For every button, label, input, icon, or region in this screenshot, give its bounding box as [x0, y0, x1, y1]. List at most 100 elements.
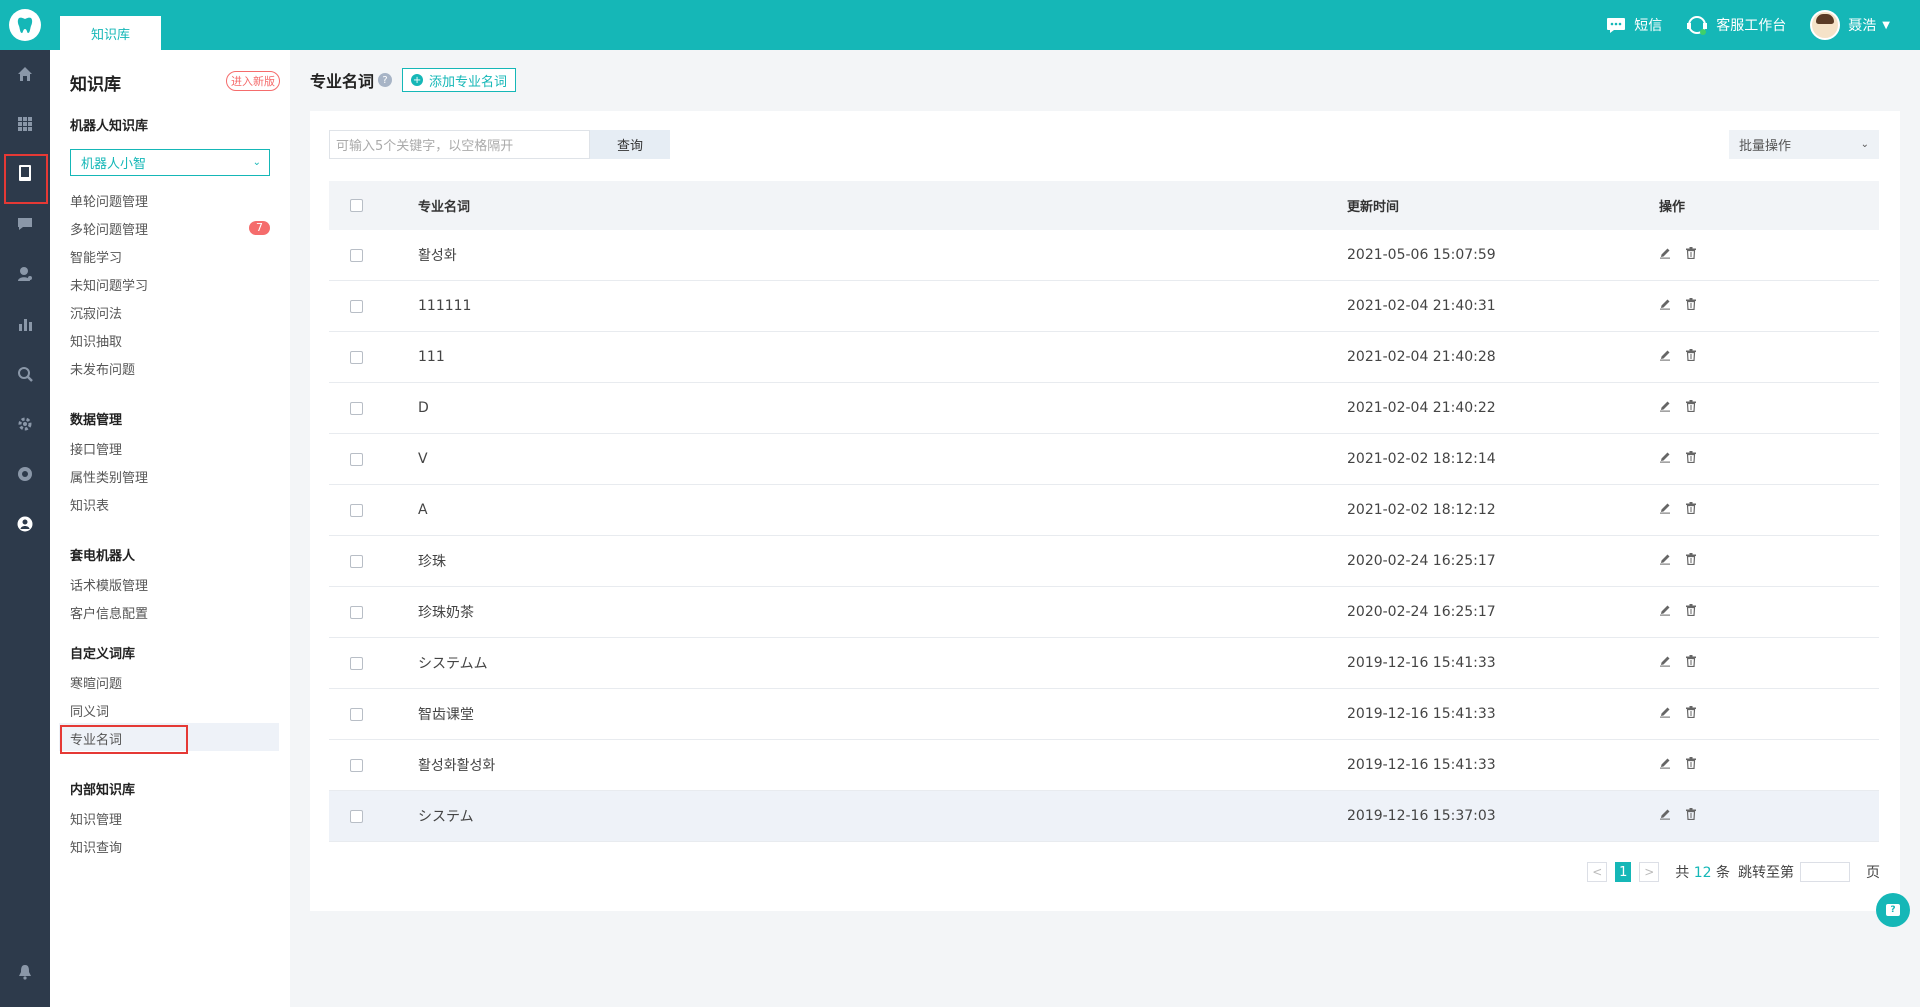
table-row: 111111 2021-02-04 21:40:31 [329, 281, 1879, 332]
term-name: A [418, 502, 428, 518]
sidebar-item-script-template[interactable]: 话术模版管理 [70, 575, 148, 594]
prev-page-button[interactable]: < [1587, 862, 1608, 882]
robot-select[interactable]: 机器人小智 ⌄ [70, 149, 270, 176]
message-icon [1607, 18, 1626, 33]
search-button[interactable]: 查询 [590, 130, 670, 159]
row-checkbox[interactable] [350, 758, 363, 772]
edit-icon[interactable] [1659, 349, 1671, 365]
trash-icon[interactable] [1685, 400, 1697, 416]
row-checkbox[interactable] [350, 605, 363, 619]
edit-icon[interactable] [1659, 757, 1671, 773]
total-suffix: 条 [1716, 865, 1730, 881]
trash-icon[interactable] [1685, 349, 1697, 365]
user-menu[interactable]: 聂浩 ▼ [1810, 10, 1890, 40]
sms-button[interactable]: 短信 [1606, 15, 1662, 35]
table-row: D 2021-02-04 21:40:22 [329, 383, 1879, 434]
trash-icon[interactable] [1685, 298, 1697, 314]
terms-table: 专业名词 更新时间 操作 활성화 2021-05-06 15:07:59 11111… [329, 181, 1879, 842]
sidebar-item-knowledge-extraction[interactable]: 知识抽取 [70, 331, 122, 350]
tab-knowledge-base[interactable]: 知识库 [60, 16, 161, 50]
next-page-button[interactable]: > [1639, 862, 1660, 882]
edit-icon[interactable] [1659, 247, 1671, 263]
select-all-checkbox[interactable] [350, 199, 363, 212]
table-row: 활성화활성화 2019-12-16 15:41:33 [329, 740, 1879, 791]
row-actions [1659, 230, 1711, 280]
workbench-button[interactable]: 客服工作台 [1686, 15, 1786, 35]
trash-icon[interactable] [1685, 247, 1697, 263]
chat-icon[interactable] [0, 202, 50, 246]
trash-icon[interactable] [1685, 502, 1697, 518]
row-actions [1659, 434, 1711, 484]
home-icon[interactable] [0, 52, 50, 96]
trash-icon[interactable] [1685, 604, 1697, 620]
sidebar-item-knowledge-table[interactable]: 知识表 [70, 495, 109, 514]
user-service-icon[interactable] [0, 252, 50, 296]
row-checkbox[interactable] [350, 707, 363, 721]
jump-page-input[interactable] [1800, 862, 1850, 882]
sidebar-item-greetings[interactable]: 寒暄问题 [70, 673, 122, 692]
help-icon[interactable]: ? [378, 73, 393, 87]
sidebar-item-unpublished[interactable]: 未发布问题 [70, 359, 135, 378]
sidebar-item-single-turn[interactable]: 单轮问题管理 [70, 191, 148, 210]
row-checkbox[interactable] [350, 809, 363, 823]
edit-icon[interactable] [1659, 604, 1671, 620]
trash-icon[interactable] [1685, 706, 1697, 722]
tooth-logo-icon[interactable] [9, 9, 41, 41]
row-checkbox[interactable] [350, 452, 363, 466]
edit-icon[interactable] [1659, 298, 1671, 314]
sidebar-item-unknown-learning[interactable]: 未知问题学习 [70, 275, 148, 294]
edit-icon[interactable] [1659, 706, 1671, 722]
batch-operations-select[interactable]: 批量操作 ⌄ [1729, 130, 1879, 159]
bar-chart-icon[interactable] [0, 302, 50, 346]
user-circle-icon[interactable] [0, 502, 50, 546]
updated-time: 2019-12-16 15:41:33 [1347, 655, 1496, 671]
trash-icon[interactable] [1685, 757, 1697, 773]
sidebar-item-api[interactable]: 接口管理 [70, 439, 122, 458]
trash-icon[interactable] [1685, 451, 1697, 467]
search-analytics-icon[interactable] [0, 352, 50, 396]
book-icon[interactable] [0, 151, 50, 204]
row-checkbox[interactable] [350, 350, 363, 364]
edit-icon[interactable] [1659, 808, 1671, 824]
sidebar-item-multi-turn[interactable]: 多轮问题管理 [70, 219, 148, 238]
row-checkbox[interactable] [350, 401, 363, 415]
add-term-label: 添加专业名词 [429, 74, 508, 90]
sidebar-item-knowledge-query[interactable]: 知识查询 [70, 837, 122, 856]
sidebar-item-dormant-questions[interactable]: 沉寂问法 [70, 303, 122, 322]
sidebar-item-smart-learning[interactable]: 智能学习 [70, 247, 122, 266]
row-checkbox[interactable] [350, 248, 363, 262]
edit-icon[interactable] [1659, 451, 1671, 467]
edit-icon[interactable] [1659, 400, 1671, 416]
add-term-button[interactable]: + 添加专业名词 [402, 68, 517, 92]
page-number-current[interactable]: 1 [1615, 862, 1632, 882]
edit-icon[interactable] [1659, 502, 1671, 518]
table-row: V 2021-02-02 18:12:14 [329, 434, 1879, 485]
bell-icon[interactable] [0, 950, 50, 994]
row-actions [1659, 281, 1711, 331]
row-checkbox[interactable] [350, 503, 363, 517]
sidebar-item-knowledge-management[interactable]: 知识管理 [70, 809, 122, 828]
question-icon: ? [1886, 904, 1900, 916]
gear-icon[interactable] [0, 402, 50, 446]
column-header-ops: 操作 [1659, 200, 1686, 215]
new-version-button[interactable]: 进入新版 [226, 71, 280, 91]
row-checkbox[interactable] [350, 656, 363, 670]
eye-icon[interactable] [0, 452, 50, 496]
edit-icon[interactable] [1659, 655, 1671, 671]
apps-grid-icon[interactable] [0, 102, 50, 146]
row-checkbox[interactable] [350, 554, 363, 568]
updated-time: 2021-02-04 21:40:28 [1347, 349, 1496, 365]
sidebar-item-synonyms[interactable]: 同义词 [70, 701, 109, 720]
trash-icon[interactable] [1685, 808, 1697, 824]
trash-icon[interactable] [1685, 655, 1697, 671]
row-checkbox[interactable] [350, 299, 363, 313]
term-name: 珍珠奶茶 [418, 605, 474, 621]
edit-icon[interactable] [1659, 553, 1671, 569]
sidebar-item-customer-info[interactable]: 客户信息配置 [70, 603, 148, 622]
search-input[interactable]: 可输入5个关键字，以空格隔开 [329, 130, 590, 159]
trash-icon[interactable] [1685, 553, 1697, 569]
sidebar-item-attribute-category[interactable]: 属性类别管理 [70, 467, 148, 486]
row-actions [1659, 383, 1711, 433]
row-actions [1659, 536, 1711, 586]
floating-help-button[interactable]: ? [1876, 893, 1910, 927]
